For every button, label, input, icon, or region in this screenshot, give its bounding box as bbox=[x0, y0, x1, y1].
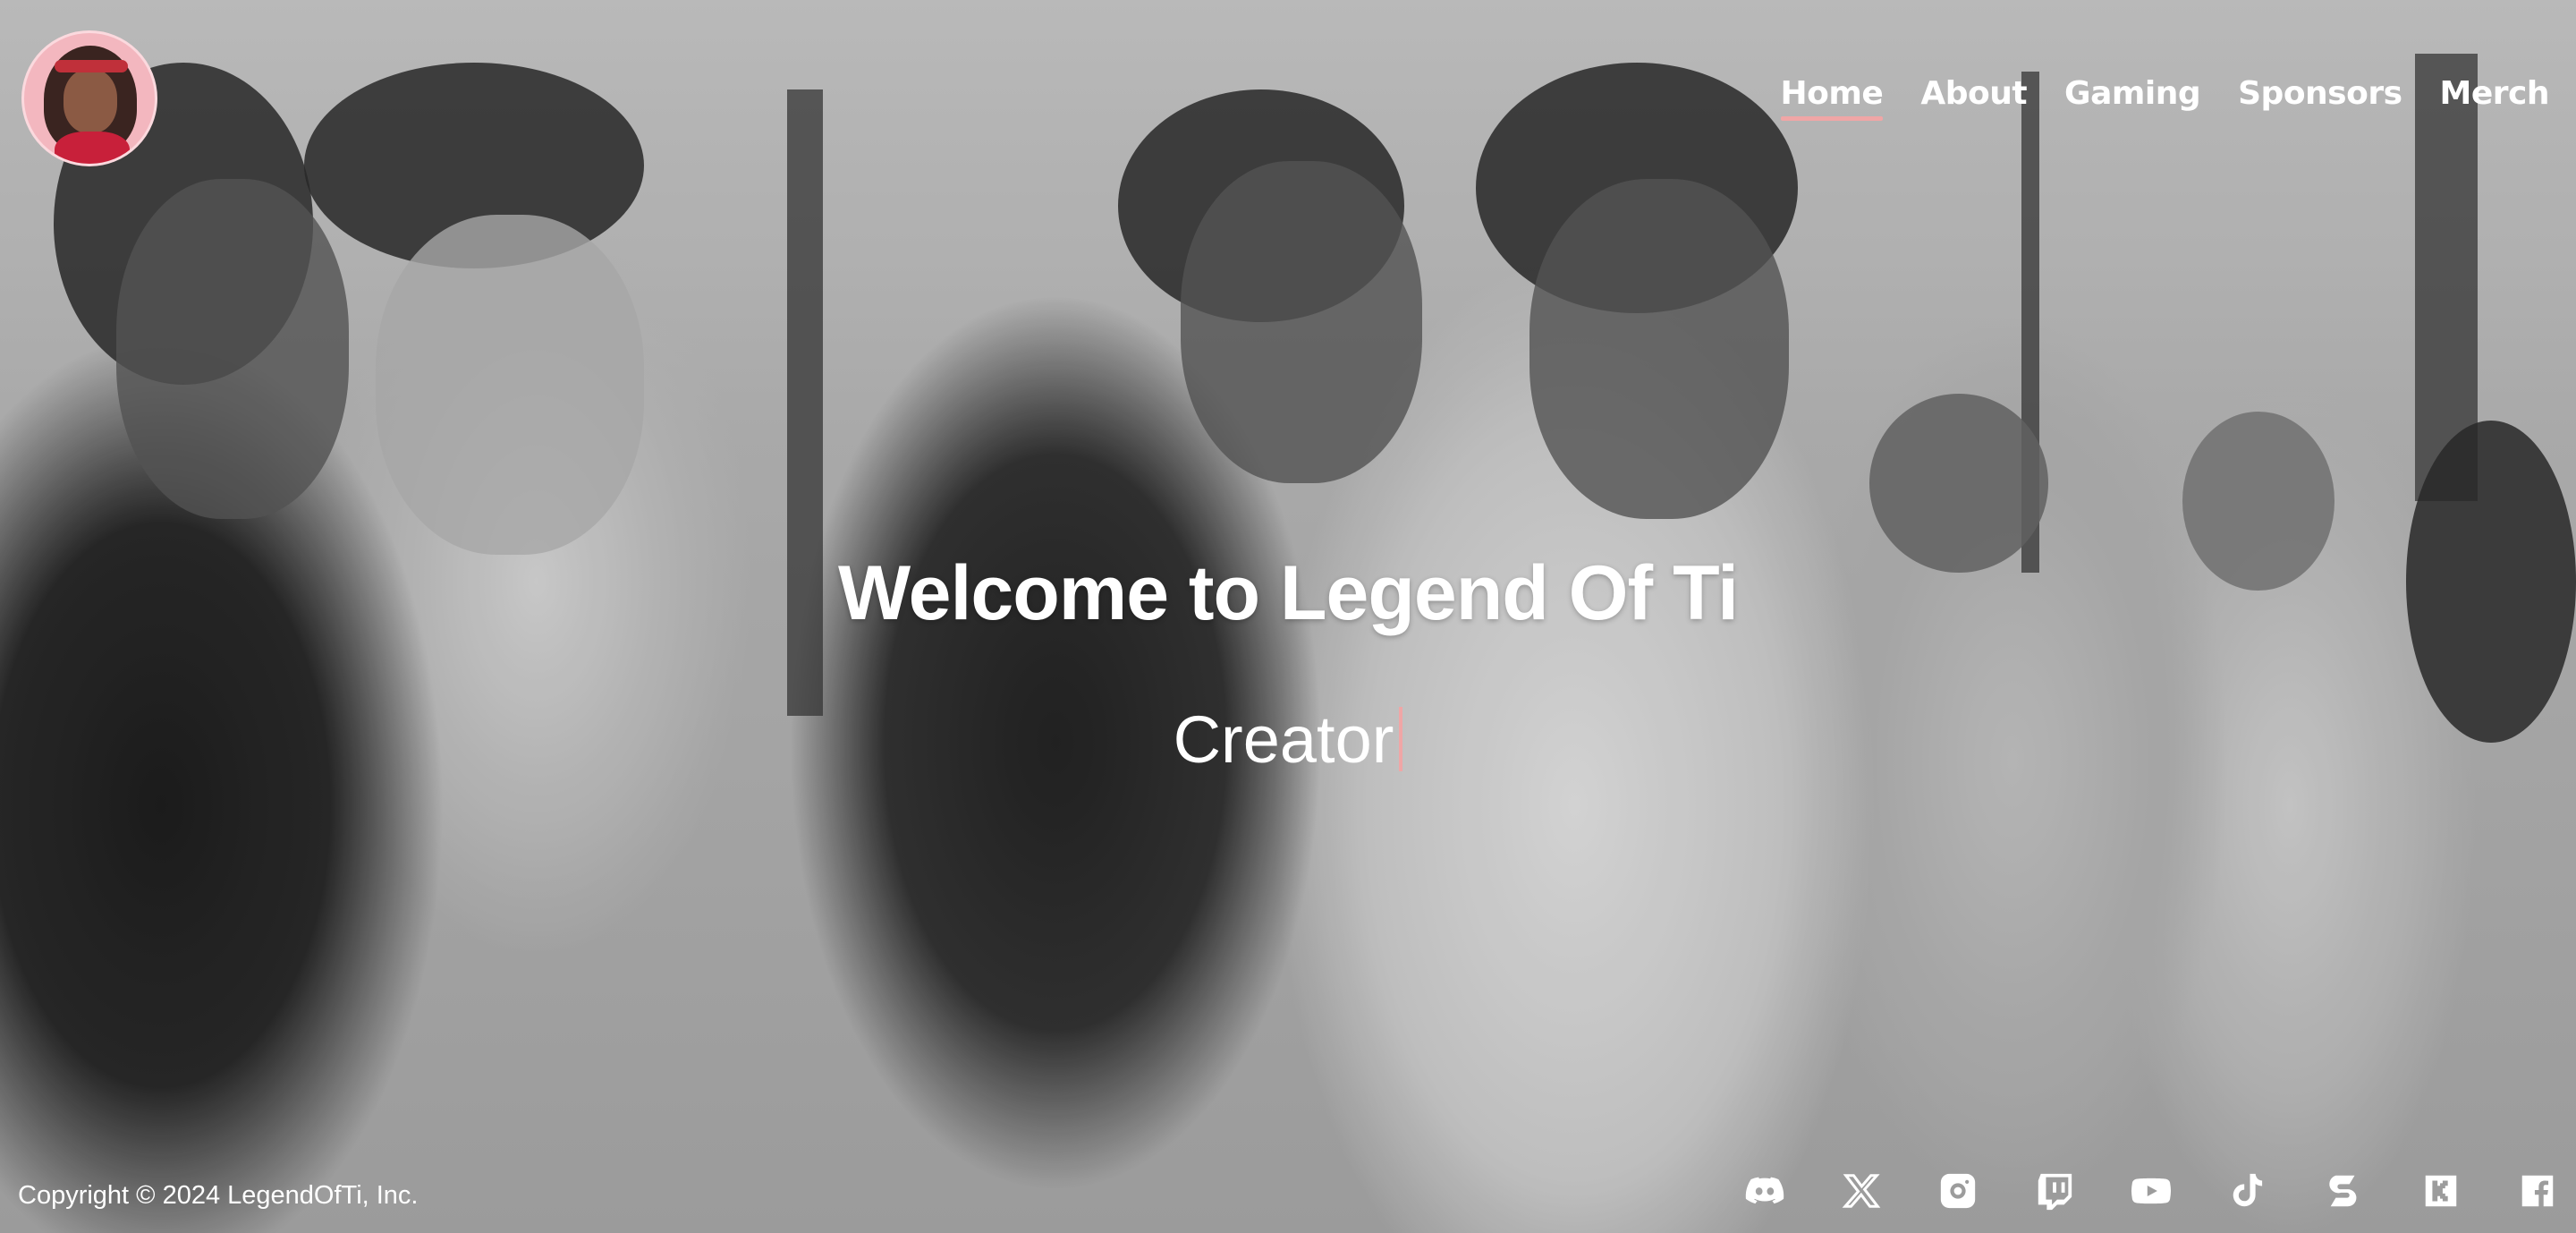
kick-icon[interactable] bbox=[2420, 1170, 2462, 1212]
instagram-icon[interactable] bbox=[1937, 1170, 1979, 1212]
streamlabs-icon[interactable] bbox=[2324, 1170, 2365, 1212]
youtube-icon[interactable] bbox=[2131, 1170, 2172, 1212]
discord-icon[interactable] bbox=[1744, 1170, 1785, 1212]
nav-item-sponsors[interactable]: Sponsors bbox=[2238, 75, 2402, 112]
typing-cursor bbox=[1399, 707, 1403, 771]
twitch-icon[interactable] bbox=[2034, 1170, 2075, 1212]
nav-item-gaming[interactable]: Gaming bbox=[2064, 75, 2201, 112]
facebook-icon[interactable] bbox=[2517, 1170, 2558, 1212]
nav-item-home[interactable]: Home bbox=[1780, 75, 1884, 121]
main-nav: Home About Gaming Sponsors Merch bbox=[1780, 75, 2550, 121]
tiktok-icon[interactable] bbox=[2227, 1170, 2268, 1212]
hero-subtitle-text: Creator bbox=[1173, 702, 1394, 777]
nav-item-merch[interactable]: Merch bbox=[2440, 75, 2550, 112]
hero-typed-subtitle: Creator bbox=[0, 702, 2576, 778]
copyright-text: Copyright © 2024 LegendOfTi, Inc. bbox=[18, 1181, 419, 1210]
site-logo-avatar[interactable] bbox=[21, 30, 157, 166]
hero-title: Welcome to Legend Of Ti bbox=[838, 550, 1739, 636]
x-icon[interactable] bbox=[1841, 1170, 1882, 1212]
nav-item-about[interactable]: About bbox=[1920, 75, 2027, 112]
social-links bbox=[1744, 1170, 2558, 1212]
